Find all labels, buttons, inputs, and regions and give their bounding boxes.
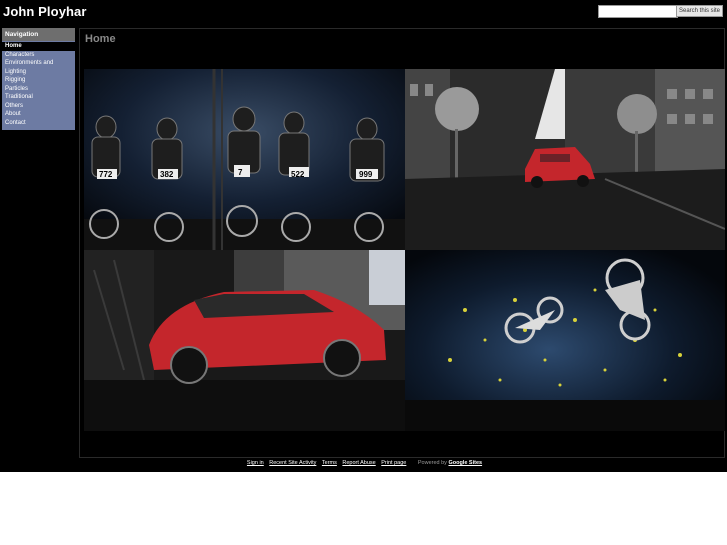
nav-item-characters[interactable]: Characters	[2, 51, 75, 60]
city-street-car-image	[405, 69, 725, 250]
nav-header: Navigation	[2, 28, 75, 41]
search-button[interactable]: Search this site	[676, 5, 723, 17]
sidebar-navigation: Navigation Home Characters Environments …	[2, 28, 75, 130]
nav-item-others[interactable]: Others	[2, 102, 75, 111]
sign-in-link[interactable]: Sign in	[247, 460, 264, 466]
nav-item-environments-lighting[interactable]: Environments and Lighting	[2, 59, 75, 76]
rider-plate-2: 382	[160, 170, 174, 179]
site-title[interactable]: John Ployhar	[3, 4, 87, 19]
nav-item-home[interactable]: Home	[2, 42, 75, 51]
page-title: Home	[85, 33, 116, 45]
nav-item-contact[interactable]: Contact	[2, 119, 75, 128]
nav-item-particles[interactable]: Particles	[2, 85, 75, 94]
nav-item-rigging[interactable]: Rigging	[2, 76, 75, 85]
image-gallery: 772 382 7 522 999	[84, 69, 725, 431]
recent-activity-link[interactable]: Recent Site Activity	[269, 460, 316, 466]
motocross-riders-image: 772 382 7 522 999	[84, 69, 405, 250]
nav-list: Home Characters Environments and Lightin…	[2, 42, 75, 127]
rider-plate-4: 522	[291, 170, 305, 179]
report-abuse-link[interactable]: Report Abuse	[342, 460, 375, 466]
rider-plate-3: 7	[238, 168, 243, 177]
powered-by: Powered by Google Sites	[418, 460, 482, 466]
search-input[interactable]	[598, 5, 678, 18]
rider-plate-1: 772	[99, 170, 113, 179]
motocross-jump-image	[405, 250, 725, 431]
nav-item-traditional[interactable]: Traditional	[2, 93, 75, 102]
powered-by-prefix: Powered by	[417, 460, 447, 466]
google-sites-link[interactable]: Google Sites	[448, 460, 482, 466]
red-car-image	[84, 250, 405, 431]
terms-link[interactable]: Terms	[322, 460, 337, 466]
rider-plate-5: 999	[359, 170, 373, 179]
footer: Sign in Recent Site Activity Terms Repor…	[0, 460, 727, 466]
print-page-link[interactable]: Print page	[381, 460, 406, 466]
nav-item-about[interactable]: About	[2, 110, 75, 119]
site-page: John Ployhar Search this site Navigation…	[0, 0, 727, 472]
